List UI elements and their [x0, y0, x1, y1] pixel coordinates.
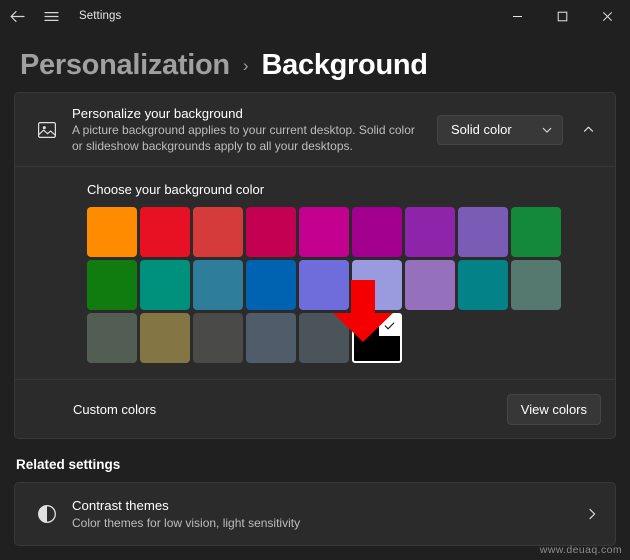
contrast-themes-title: Contrast themes: [72, 497, 585, 514]
checkmark-icon: [379, 315, 400, 336]
color-swatch[interactable]: [405, 207, 455, 257]
color-swatch-grid: [87, 207, 601, 363]
personalize-background-title: Personalize your background: [72, 105, 427, 122]
background-color-picker: Choose your background color: [15, 167, 615, 380]
contrast-themes-texts: Contrast themes Color themes for low vis…: [65, 497, 585, 531]
color-swatch[interactable]: [352, 207, 402, 257]
collapse-expander-button[interactable]: [573, 115, 603, 145]
color-swatch-selected[interactable]: [352, 313, 402, 363]
chevron-down-icon: [541, 124, 553, 136]
color-swatch[interactable]: [140, 313, 190, 363]
color-swatch[interactable]: [87, 313, 137, 363]
color-swatch[interactable]: [299, 260, 349, 310]
settings-content: Personalize your background A picture ba…: [0, 92, 630, 546]
site-watermark: www.deuaq.com: [540, 544, 622, 556]
maximize-button[interactable]: [540, 0, 585, 32]
color-swatch[interactable]: [193, 313, 243, 363]
breadcrumb-separator-icon: ›: [243, 56, 249, 76]
color-swatch[interactable]: [246, 260, 296, 310]
minimize-button[interactable]: [495, 0, 540, 32]
color-swatch[interactable]: [140, 260, 190, 310]
contrast-icon: [29, 503, 65, 525]
color-swatch[interactable]: [299, 207, 349, 257]
custom-colors-row: Custom colors View colors: [15, 380, 615, 438]
background-type-dropdown-value: Solid color: [451, 122, 512, 137]
color-swatch[interactable]: [511, 260, 561, 310]
personalize-background-card: Personalize your background A picture ba…: [14, 92, 616, 439]
personalize-background-header[interactable]: Personalize your background A picture ba…: [15, 93, 615, 167]
breadcrumb-root-link[interactable]: Personalization: [20, 49, 230, 82]
color-swatch[interactable]: [299, 313, 349, 363]
contrast-themes-card[interactable]: Contrast themes Color themes for low vis…: [14, 482, 616, 546]
color-swatch[interactable]: [352, 260, 402, 310]
color-swatch[interactable]: [87, 260, 137, 310]
color-swatch[interactable]: [511, 207, 561, 257]
contrast-themes-row[interactable]: Contrast themes Color themes for low vis…: [15, 483, 615, 545]
chevron-right-icon: [585, 507, 603, 521]
color-swatch[interactable]: [87, 207, 137, 257]
breadcrumb: Personalization › Background: [0, 32, 630, 92]
picture-icon: [29, 119, 65, 141]
back-arrow-icon[interactable]: [0, 0, 34, 32]
color-swatch[interactable]: [246, 313, 296, 363]
title-bar: Settings: [0, 0, 630, 32]
hamburger-menu-icon[interactable]: [34, 0, 68, 32]
view-colors-button[interactable]: View colors: [507, 394, 601, 425]
page-title: Background: [262, 49, 428, 82]
color-swatch[interactable]: [458, 207, 508, 257]
color-swatch[interactable]: [140, 207, 190, 257]
personalize-background-subtitle: A picture background applies to your cur…: [72, 123, 427, 154]
contrast-themes-subtitle: Color themes for low vision, light sensi…: [72, 515, 585, 531]
app-title: Settings: [79, 10, 121, 22]
personalize-background-texts: Personalize your background A picture ba…: [65, 105, 437, 154]
choose-color-label: Choose your background color: [87, 182, 601, 197]
custom-colors-label: Custom colors: [73, 402, 156, 417]
color-swatch[interactable]: [193, 207, 243, 257]
color-swatch[interactable]: [458, 260, 508, 310]
background-type-dropdown[interactable]: Solid color: [437, 115, 563, 145]
related-settings-heading: Related settings: [16, 457, 616, 472]
window-controls: [495, 0, 630, 32]
color-swatch[interactable]: [405, 260, 455, 310]
color-swatch[interactable]: [193, 260, 243, 310]
close-button[interactable]: [585, 0, 630, 32]
color-swatch[interactable]: [246, 207, 296, 257]
